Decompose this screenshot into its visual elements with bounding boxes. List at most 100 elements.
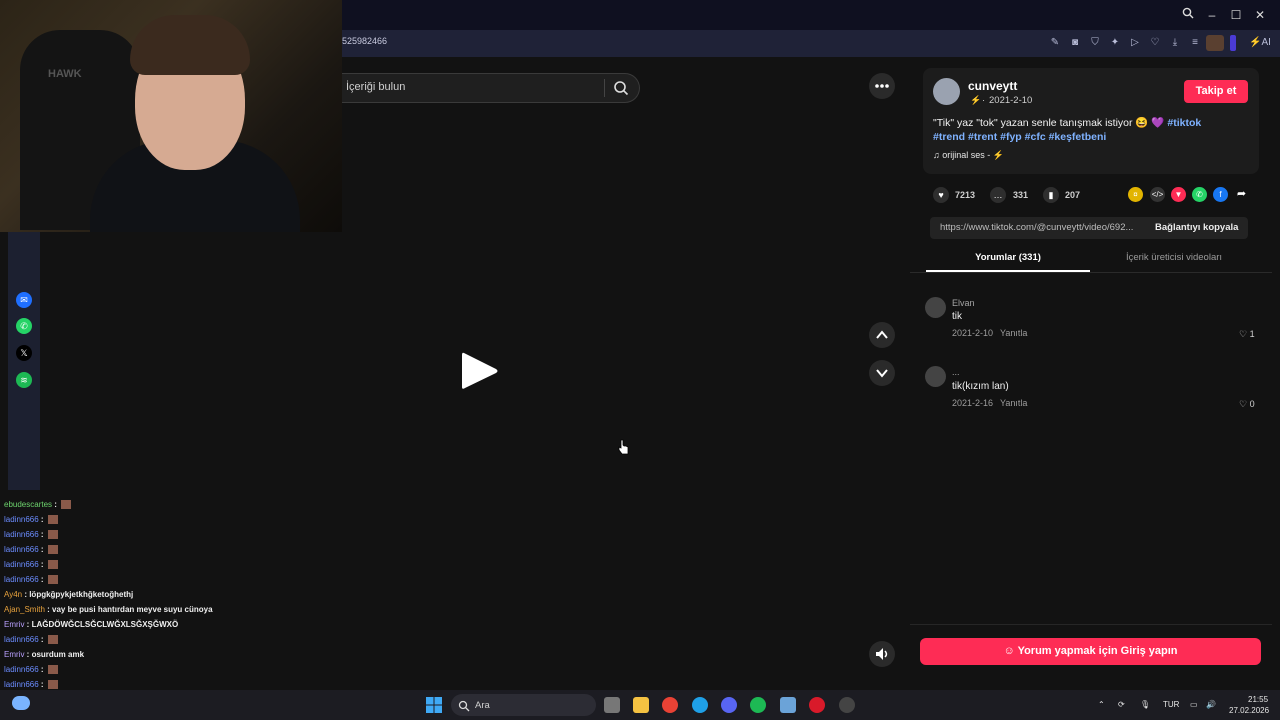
copy-link-button[interactable]: Bağlantıyı kopyala xyxy=(1155,222,1238,233)
chat-username[interactable]: ebudescartes xyxy=(4,500,52,509)
next-video-button[interactable] xyxy=(869,360,895,386)
profile-avatar[interactable] xyxy=(1206,35,1224,51)
chat-message: Ajan_Smith : vay be pusi hantırdan meyve… xyxy=(4,605,213,614)
spotify-icon[interactable]: ≋ xyxy=(16,372,32,388)
display-icon[interactable]: ▭ xyxy=(1190,700,1198,709)
follow-button[interactable]: Takip et xyxy=(1184,80,1248,103)
hashtag[interactable]: #cfc xyxy=(1025,131,1046,143)
whatsapp-icon[interactable]: ✆ xyxy=(16,318,32,334)
start-icon[interactable] xyxy=(426,697,442,713)
url-text[interactable]: 525982466 xyxy=(342,36,387,46)
emote-icon xyxy=(47,680,58,690)
task-view-icon[interactable] xyxy=(604,697,620,713)
comment-icon[interactable]: … xyxy=(990,187,1006,203)
chrome-icon[interactable] xyxy=(662,697,678,713)
discord-icon[interactable] xyxy=(721,697,737,713)
creator-username[interactable]: cunveytt xyxy=(968,79,1017,93)
reply-button[interactable]: Yanıtla xyxy=(1000,328,1027,338)
chat-username[interactable]: Ajan_Smith xyxy=(4,605,45,614)
chat-username[interactable]: ladinn666 xyxy=(4,680,39,689)
spotify-taskbar-icon[interactable] xyxy=(750,697,766,713)
hashtag[interactable]: #trent xyxy=(968,131,997,143)
chat-message: ladinn666 : xyxy=(4,665,58,675)
chat-username[interactable]: Emriv xyxy=(4,650,24,659)
search-icon[interactable] xyxy=(1180,7,1196,23)
hand-cursor-icon xyxy=(617,439,629,455)
tab-creator-videos[interactable]: İçerik üreticisi videoları xyxy=(1092,248,1256,272)
embed-icon[interactable]: </> xyxy=(1150,187,1165,202)
whatsapp-share-icon[interactable]: ✆ xyxy=(1192,187,1207,202)
sync-icon[interactable]: ⟳ xyxy=(1118,700,1125,709)
extension-icon[interactable]: ✦ xyxy=(1108,36,1122,50)
share-arrow-icon[interactable]: ➦ xyxy=(1234,187,1249,202)
webcam-overlay: HAWK xyxy=(0,0,342,232)
chat-username[interactable]: Ay4n xyxy=(4,590,22,599)
tab-comments[interactable]: Yorumlar (331) xyxy=(926,248,1090,272)
heart-icon[interactable]: ♡ xyxy=(1148,36,1162,50)
chat-username[interactable]: ladinn666 xyxy=(4,575,39,584)
minimize-icon[interactable]: – xyxy=(1204,7,1220,23)
maximize-icon[interactable]: ☐ xyxy=(1228,7,1244,23)
edge-icon[interactable] xyxy=(692,697,708,713)
camera-icon[interactable]: ◙ xyxy=(1068,36,1082,50)
hashtag[interactable]: #trend xyxy=(933,131,965,143)
music-info[interactable]: ♫ orijinal ses - ⚡ xyxy=(933,150,1004,161)
emote-icon xyxy=(47,635,58,645)
creator-avatar[interactable] xyxy=(933,78,960,105)
comment-username[interactable]: ... xyxy=(952,367,960,377)
messenger-icon[interactable]: ✉ xyxy=(16,292,32,308)
reply-button[interactable]: Yanıtla xyxy=(1000,398,1027,408)
login-to-comment-button[interactable]: ☺ Yorum yapmak için Giriş yapın xyxy=(920,638,1261,665)
play-icon[interactable]: ▷ xyxy=(1128,36,1142,50)
search-input[interactable]: İçeriği bulun xyxy=(346,81,405,93)
facebook-icon[interactable]: f xyxy=(1213,187,1228,202)
menu-icon[interactable]: ≡ xyxy=(1188,36,1202,50)
microphone-icon[interactable]: 🎙 xyxy=(1140,700,1150,709)
sidebar-toggle[interactable] xyxy=(1230,35,1236,51)
hashtag[interactable]: #keşfetbeni xyxy=(1049,131,1107,143)
shield-icon[interactable]: ⛉ xyxy=(1088,36,1102,50)
download-icon[interactable]: ⤓ xyxy=(1168,36,1182,50)
chat-username[interactable]: ladinn666 xyxy=(4,560,39,569)
comment-like[interactable]: ♡ 1 xyxy=(1239,329,1255,340)
like-icon[interactable]: ♥ xyxy=(933,187,949,203)
ai-icon[interactable]: ⚡AI xyxy=(1248,36,1272,50)
close-icon[interactable]: ✕ xyxy=(1252,7,1268,23)
speaker-icon[interactable]: 🔊 xyxy=(1206,700,1216,709)
volume-button[interactable] xyxy=(869,641,895,667)
file-explorer-icon[interactable] xyxy=(633,697,649,713)
play-icon[interactable] xyxy=(460,350,500,392)
comment-avatar[interactable] xyxy=(925,297,946,318)
chat-username[interactable]: ladinn666 xyxy=(4,635,39,644)
chat-username[interactable]: ladinn666 xyxy=(4,665,39,674)
more-options-button[interactable] xyxy=(869,73,895,99)
clock-date[interactable]: 27.02.2026 xyxy=(1229,706,1269,715)
comment-like[interactable]: ♡ 0 xyxy=(1239,399,1255,410)
bookmark-icon[interactable]: ▮ xyxy=(1043,187,1059,203)
x-icon[interactable]: 𝕏 xyxy=(16,345,32,361)
comment-avatar[interactable] xyxy=(925,366,946,387)
clock-time[interactable]: 21:55 xyxy=(1248,695,1268,704)
chat-separator: : xyxy=(24,650,32,659)
chat-username[interactable]: Emriv xyxy=(4,620,24,629)
language-indicator[interactable]: TUR xyxy=(1163,700,1179,709)
app-icon[interactable] xyxy=(780,697,796,713)
settings-app-icon[interactable] xyxy=(839,697,855,713)
edit-icon[interactable]: ✎ xyxy=(1048,36,1062,50)
chat-username[interactable]: ladinn666 xyxy=(4,545,39,554)
chat-username[interactable]: ladinn666 xyxy=(4,515,39,524)
chevron-up-icon[interactable]: ⌃ xyxy=(1098,700,1105,709)
hashtag[interactable]: #fyp xyxy=(1000,131,1022,143)
video-link[interactable]: https://www.tiktok.com/@cunveytt/video/6… xyxy=(940,222,1145,233)
search-button-icon[interactable] xyxy=(612,79,630,97)
taskbar-search[interactable] xyxy=(451,694,596,716)
comment-username[interactable]: Elvan xyxy=(952,298,975,308)
hashtag[interactable]: #tiktok xyxy=(1167,117,1201,129)
previous-video-button[interactable] xyxy=(869,322,895,348)
chat-message: ladinn666 : xyxy=(4,545,58,555)
chat-username[interactable]: ladinn666 xyxy=(4,530,39,539)
coin-icon[interactable]: ¤ xyxy=(1128,187,1143,202)
send-icon[interactable]: ▼ xyxy=(1171,187,1186,202)
weather-icon[interactable] xyxy=(12,696,30,710)
opera-icon[interactable] xyxy=(809,697,825,713)
